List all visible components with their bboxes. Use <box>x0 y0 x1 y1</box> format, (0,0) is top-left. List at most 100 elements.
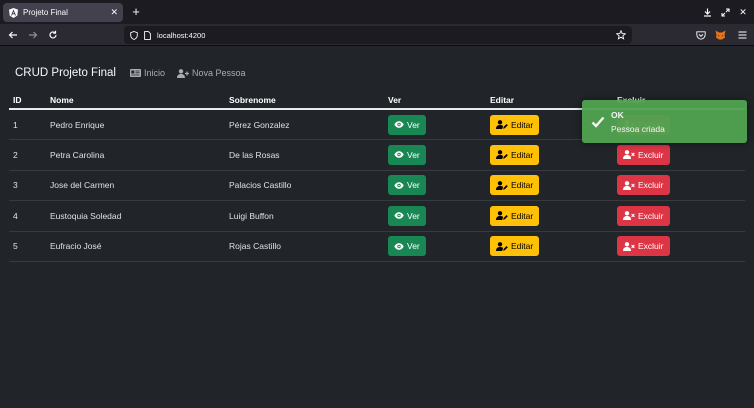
editar-button-label: Editar <box>511 210 534 221</box>
nav-link-inicio[interactable]: Inicio <box>129 68 165 78</box>
page-icon[interactable] <box>144 30 151 40</box>
cell-sobrenome: Luigi Buffon <box>225 200 384 232</box>
restore-window-icon[interactable] <box>718 4 732 20</box>
ver-button[interactable]: Ver <box>388 144 426 165</box>
editar-button[interactable]: Editar <box>490 114 540 135</box>
excluir-button[interactable]: Excluir <box>617 144 670 165</box>
bookmark-star-icon[interactable] <box>616 30 626 40</box>
ver-button-label: Ver <box>407 241 420 252</box>
cell-ver: Ver <box>384 231 486 262</box>
cell-ver: Ver <box>384 170 486 201</box>
ver-button-label: Ver <box>407 119 420 130</box>
eye-icon <box>394 212 404 220</box>
eye-icon <box>394 242 404 250</box>
ver-button-label: Ver <box>407 149 420 160</box>
nav-link-label: Nova Pessoa <box>192 68 246 78</box>
app-navbar: CRUD Projeto Final Inicio Nova Pessoa <box>15 67 258 79</box>
cell-excluir: Excluir <box>613 139 745 171</box>
shield-icon[interactable] <box>130 30 138 40</box>
excluir-button-label: Excluir <box>638 180 664 191</box>
user-delete-icon <box>623 211 635 221</box>
menu-icon[interactable] <box>734 27 750 43</box>
cell-excluir: Excluir <box>613 170 745 201</box>
cell-id: 5 <box>9 231 46 262</box>
cell-id: 3 <box>9 170 46 201</box>
cell-id: 4 <box>9 200 46 232</box>
metamask-fox-icon[interactable] <box>712 27 728 43</box>
success-toast[interactable]: OK Pessoa criada <box>582 100 747 143</box>
excluir-button[interactable]: Excluir <box>617 236 670 257</box>
excluir-button-label: Excluir <box>638 149 664 160</box>
cell-nome: Eustoquia Soledad <box>46 200 225 232</box>
eye-icon <box>394 151 404 159</box>
user-edit-icon <box>496 150 508 160</box>
editar-button-label: Editar <box>511 119 534 130</box>
cell-id: 1 <box>9 109 46 140</box>
table-row: 5 Eufracio José Rojas Castillo Ver Editar Exc… <box>9 231 745 262</box>
cell-editar: Editar <box>486 170 613 201</box>
checkmark-icon <box>591 116 605 128</box>
user-delete-icon <box>623 150 635 160</box>
new-tab-icon[interactable]: + <box>129 3 143 21</box>
excluir-button[interactable]: Excluir <box>617 175 670 196</box>
angular-icon <box>8 7 18 18</box>
ver-button[interactable]: Ver <box>388 175 426 196</box>
excluir-button-label: Excluir <box>638 210 664 221</box>
cell-id: 2 <box>9 139 46 171</box>
user-delete-icon <box>623 180 635 190</box>
editar-button[interactable]: Editar <box>490 144 540 165</box>
pocket-icon[interactable] <box>693 27 709 43</box>
cell-excluir: Excluir <box>613 231 745 262</box>
user-edit-icon <box>496 120 508 129</box>
column-header-nome: Nome <box>46 92 225 110</box>
cell-nome: Pedro Enrique <box>46 109 225 140</box>
downloads-icon[interactable] <box>700 4 714 20</box>
toast-message: Pessoa criada <box>611 123 665 134</box>
tab-title: Projeto Final <box>23 8 68 17</box>
browser-tab-strip: Projeto Final ✕ + ✕ <box>0 0 754 24</box>
cell-editar: Editar <box>486 139 613 171</box>
nav-link-label: Inicio <box>143 68 165 78</box>
cell-nome: Eufracio José <box>46 231 225 262</box>
cell-sobrenome: De las Rosas <box>225 139 384 171</box>
editar-button[interactable]: Editar <box>490 175 540 196</box>
page-content: CRUD Projeto Final Inicio Nova Pessoa ID… <box>0 47 754 408</box>
url-text[interactable]: localhost:4200 <box>157 31 616 40</box>
eye-icon <box>394 121 404 128</box>
user-edit-icon <box>496 180 508 190</box>
back-icon[interactable] <box>5 27 21 43</box>
user-edit-icon <box>496 211 508 221</box>
column-header-ver: Ver <box>384 92 486 110</box>
app-brand[interactable]: CRUD Projeto Final <box>15 67 116 79</box>
table-row: 2 Petra Carolina De las Rosas Ver Editar Excl… <box>9 139 745 171</box>
cell-editar: Editar <box>486 231 613 262</box>
browser-tab[interactable]: Projeto Final ✕ <box>3 3 123 22</box>
user-plus-icon <box>177 68 189 78</box>
cell-nome: Petra Carolina <box>46 139 225 171</box>
id-card-icon <box>129 69 141 77</box>
toast-title: OK <box>611 109 624 120</box>
excluir-button[interactable]: Excluir <box>617 205 670 226</box>
column-header-id: ID <box>9 92 46 110</box>
ver-button[interactable]: Ver <box>388 205 426 226</box>
close-window-icon[interactable]: ✕ <box>736 4 750 20</box>
close-tab-icon[interactable]: ✕ <box>110 7 118 18</box>
ver-button[interactable]: Ver <box>388 114 426 135</box>
reload-icon[interactable] <box>45 27 61 43</box>
cell-nome: Jose del Carmen <box>46 170 225 201</box>
cell-sobrenome: Pérez Gonzalez <box>225 109 384 140</box>
address-bar[interactable]: localhost:4200 <box>124 26 632 44</box>
editar-button-label: Editar <box>511 241 534 252</box>
forward-icon[interactable] <box>25 27 41 43</box>
excluir-button-label: Excluir <box>638 241 664 252</box>
cell-ver: Ver <box>384 200 486 232</box>
eye-icon <box>394 181 404 189</box>
nav-link-nova-pessoa[interactable]: Nova Pessoa <box>177 68 246 78</box>
editar-button[interactable]: Editar <box>490 205 540 226</box>
ver-button[interactable]: Ver <box>388 236 426 257</box>
cell-ver: Ver <box>384 139 486 171</box>
ver-button-label: Ver <box>407 180 420 191</box>
user-edit-icon <box>496 241 508 251</box>
editar-button[interactable]: Editar <box>490 236 540 257</box>
user-delete-icon <box>623 241 635 251</box>
